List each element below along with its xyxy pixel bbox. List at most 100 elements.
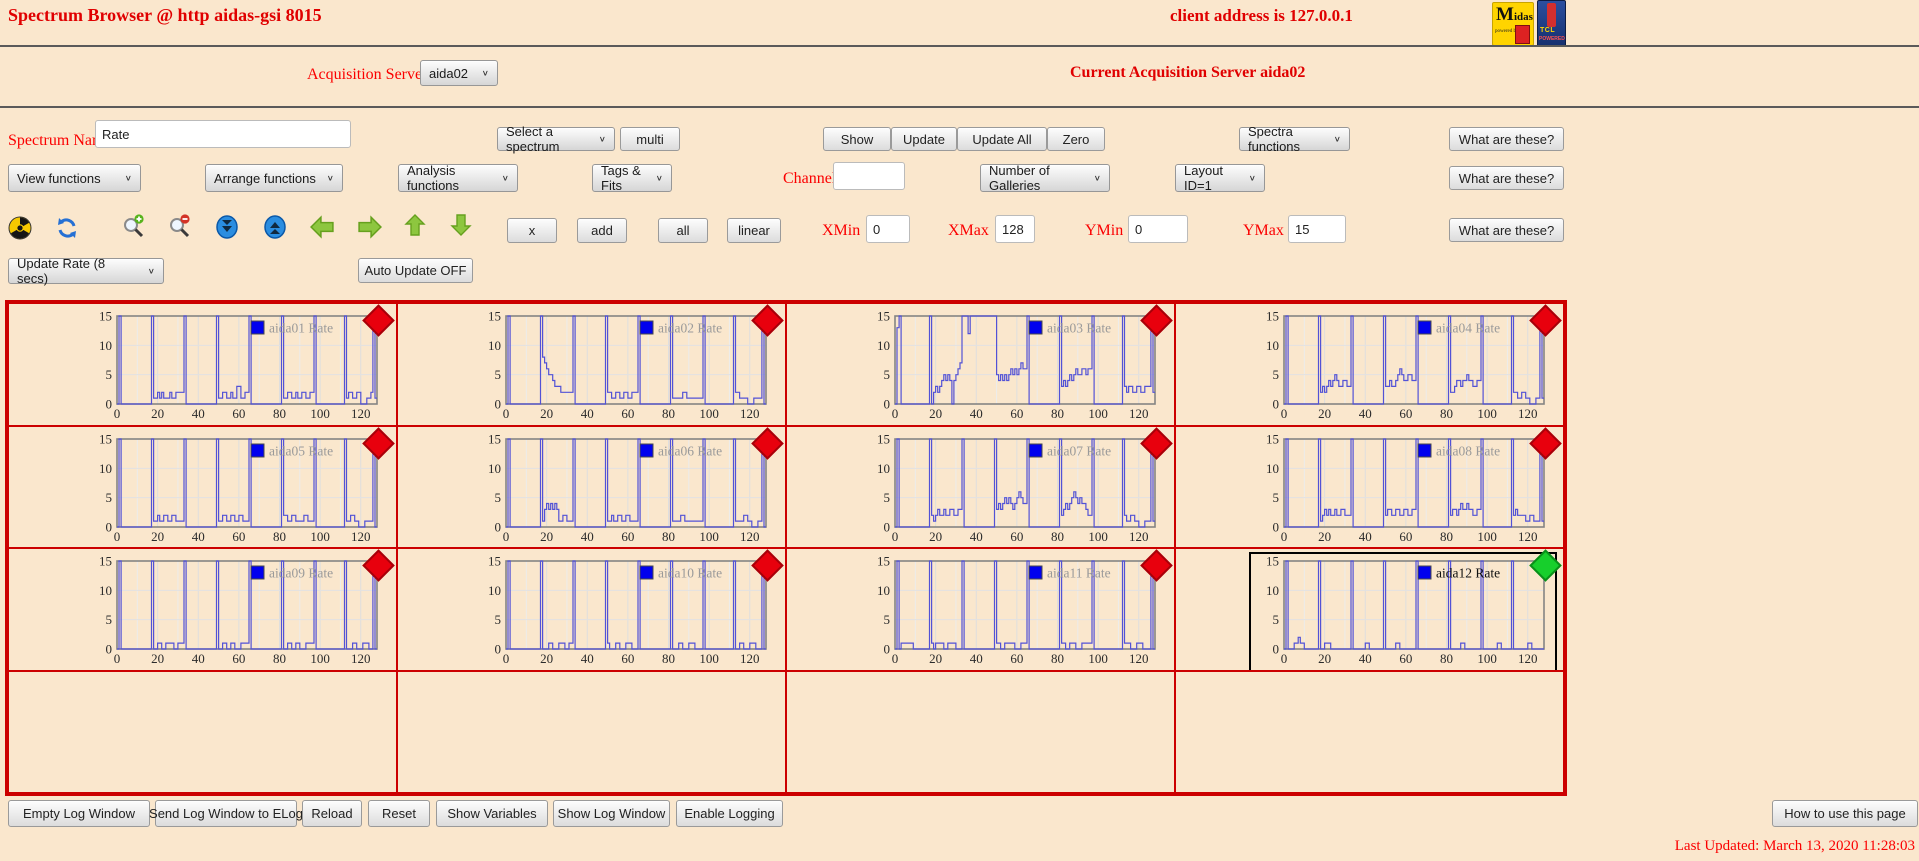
zoom-out-icon[interactable] — [168, 214, 192, 238]
x-axis-tick-label: 120 — [351, 406, 371, 421]
all-button[interactable]: all — [658, 218, 708, 243]
chevron-down-icon: ∨ — [125, 174, 132, 183]
empty-log-window-button[interactable]: Empty Log Window — [8, 800, 150, 827]
add-button[interactable]: add — [577, 218, 627, 243]
pan-right-icon[interactable] — [356, 215, 384, 239]
gallery-cell-4[interactable]: 051015020406080100120aida04 Rate — [1174, 302, 1565, 427]
gallery-cell-1[interactable]: 051015020406080100120aida01 Rate — [7, 302, 398, 427]
x-axis-tick-label: 60 — [1399, 529, 1412, 544]
channel-input[interactable] — [833, 162, 905, 190]
zero-button[interactable]: Zero — [1047, 127, 1105, 151]
gallery-cell-7[interactable]: 051015020406080100120aida07 Rate — [785, 425, 1176, 550]
ymax-input[interactable] — [1288, 215, 1346, 243]
enable-logging-button[interactable]: Enable Logging — [676, 800, 783, 827]
pan-left-icon[interactable] — [308, 215, 336, 239]
zoom-in-icon[interactable] — [122, 214, 146, 238]
gallery-cell-9[interactable]: 051015020406080100120aida09 Rate — [7, 547, 398, 672]
x-axis-button[interactable]: x — [507, 218, 557, 243]
x-axis-tick-label: 60 — [1399, 651, 1412, 666]
gallery-cell-12[interactable]: 051015020406080100120aida12 Rate — [1174, 547, 1565, 672]
gallery-cell-11[interactable]: 051015020406080100120aida11 Rate — [785, 547, 1176, 672]
select-spectrum-dropdown[interactable]: Select a spectrum∨ — [497, 127, 615, 151]
acquisition-servers-label: Acquisition Servers — [307, 66, 434, 84]
send-log-to-elog-button[interactable]: Send Log Window to ELog — [155, 800, 297, 827]
show-log-window-button[interactable]: Show Log Window — [553, 800, 670, 827]
x-axis-tick-label: 0 — [1281, 406, 1288, 421]
view-functions-dropdown[interactable]: View functions∨ — [8, 164, 141, 192]
gallery-cell-10[interactable]: 051015020406080100120aida10 Rate — [396, 547, 787, 672]
x-axis-tick-label: 20 — [929, 529, 942, 544]
number-of-galleries-dropdown[interactable]: Number of Galleries∨ — [980, 164, 1110, 192]
current-server-label: Current Acquisition Server aida02 — [1070, 64, 1305, 82]
x-axis-tick-label: 100 — [310, 406, 330, 421]
gallery-cell-3[interactable]: 051015020406080100120aida03 Rate — [785, 302, 1176, 427]
gallery-cell-2[interactable]: 051015020406080100120aida02 Rate — [396, 302, 787, 427]
tcl-powered-logo[interactable]: TCL POWERED — [1537, 0, 1566, 47]
spectrum-chart-aida09[interactable]: 051015020406080100120aida09 Rate — [85, 555, 387, 669]
show-variables-button[interactable]: Show Variables — [436, 800, 548, 827]
midas-logo[interactable]: Midas powered by — [1492, 2, 1534, 46]
spectrum-chart-aida11[interactable]: 051015020406080100120aida11 Rate — [863, 555, 1165, 669]
arrow-up-circle-icon[interactable] — [263, 215, 287, 239]
reload-button[interactable]: Reload — [302, 800, 362, 827]
y-axis-tick-label: 5 — [884, 367, 891, 382]
what-are-these-button-2[interactable]: What are these? — [1449, 166, 1564, 190]
x-axis-tick-label: 120 — [1129, 406, 1149, 421]
acquisition-server-select[interactable]: aida02∨ — [420, 60, 498, 86]
tcl-logo-text: TCL — [1540, 27, 1555, 34]
what-are-these-button-3[interactable]: What are these? — [1449, 218, 1564, 242]
gallery-cell-5[interactable]: 051015020406080100120aida05 Rate — [7, 425, 398, 550]
xmin-input[interactable] — [866, 215, 910, 243]
spectra-functions-dropdown[interactable]: Spectra functions∨ — [1239, 127, 1350, 151]
y-axis-tick-label: 10 — [488, 460, 501, 475]
show-button[interactable]: Show — [823, 127, 891, 151]
linear-button[interactable]: linear — [727, 218, 781, 243]
x-axis-tick-label: 20 — [540, 529, 553, 544]
spectrum-chart-aida05[interactable]: 051015020406080100120aida05 Rate — [85, 433, 387, 547]
spectrum-chart-aida12[interactable]: 051015020406080100120aida12 Rate — [1252, 555, 1554, 669]
y-axis-tick-label: 5 — [884, 490, 891, 505]
reset-button[interactable]: Reset — [368, 800, 430, 827]
chevron-down-icon: ∨ — [1094, 174, 1101, 183]
tags-fits-dropdown[interactable]: Tags & Fits∨ — [592, 164, 672, 192]
rate-step-line — [895, 316, 1155, 404]
layout-id-dropdown[interactable]: Layout ID=1∨ — [1175, 164, 1265, 192]
spectrum-chart-aida06[interactable]: 051015020406080100120aida06 Rate — [474, 433, 776, 547]
gallery-cell-6[interactable]: 051015020406080100120aida06 Rate — [396, 425, 787, 550]
pan-up-icon[interactable] — [403, 213, 427, 237]
arrange-functions-dropdown[interactable]: Arrange functions∨ — [205, 164, 343, 192]
chart-canvas-aida10: 051015020406080100120aida10 Rate — [474, 555, 776, 669]
x-axis-tick-label: 40 — [1359, 529, 1372, 544]
spectrum-chart-aida08[interactable]: 051015020406080100120aida08 Rate — [1252, 433, 1554, 547]
spectrum-chart-aida04[interactable]: 051015020406080100120aida04 Rate — [1252, 310, 1554, 424]
x-axis-tick-label: 40 — [970, 406, 983, 421]
spectrum-name-input[interactable] — [95, 120, 351, 148]
spectrum-chart-aida03[interactable]: 051015020406080100120aida03 Rate — [863, 310, 1165, 424]
update-all-button[interactable]: Update All — [957, 127, 1047, 151]
spectrum-chart-aida10[interactable]: 051015020406080100120aida10 Rate — [474, 555, 776, 669]
analysis-functions-dropdown[interactable]: Analysis functions∨ — [398, 164, 518, 192]
multi-button[interactable]: multi — [620, 127, 680, 151]
spectrum-chart-aida07[interactable]: 051015020406080100120aida07 Rate — [863, 433, 1165, 547]
refresh-icon[interactable] — [55, 216, 79, 240]
legend-swatch — [640, 321, 653, 334]
y-axis-tick-label: 15 — [99, 310, 112, 324]
separator-line — [0, 45, 1919, 47]
update-rate-dropdown[interactable]: Update Rate (8 secs)∨ — [8, 258, 164, 284]
arrow-down-circle-icon[interactable] — [215, 215, 239, 239]
update-button[interactable]: Update — [891, 127, 957, 151]
legend-swatch — [251, 321, 264, 334]
what-are-these-button-1[interactable]: What are these? — [1449, 127, 1564, 151]
pan-down-icon[interactable] — [449, 213, 473, 237]
xmax-input[interactable] — [995, 215, 1035, 243]
x-axis-tick-label: 100 — [310, 651, 330, 666]
auto-update-button[interactable]: Auto Update OFF — [358, 258, 473, 283]
gallery-cell-8[interactable]: 051015020406080100120aida08 Rate — [1174, 425, 1565, 550]
how-to-use-button[interactable]: How to use this page — [1772, 800, 1918, 827]
ymin-input[interactable] — [1128, 215, 1188, 243]
spectrum-chart-aida01[interactable]: 051015020406080100120aida01 Rate — [85, 310, 387, 424]
spectrum-chart-aida02[interactable]: 051015020406080100120aida02 Rate — [474, 310, 776, 424]
radiation-icon[interactable] — [8, 216, 32, 240]
x-axis-tick-label: 120 — [740, 529, 760, 544]
ymin-label: YMin — [1085, 222, 1123, 240]
